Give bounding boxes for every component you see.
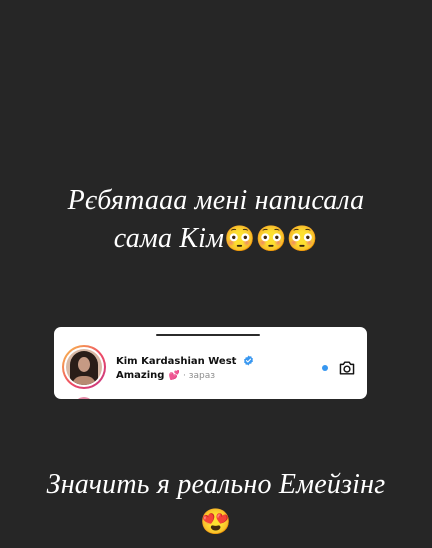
sender-username: Kim Kardashian West bbox=[116, 356, 237, 367]
story-caption-top: Рєбятааа мені написала сама Кім😳😳😳 bbox=[0, 182, 432, 259]
caption-top-line-2: сама Кім bbox=[113, 223, 225, 254]
avatar-shoulder bbox=[72, 376, 96, 385]
heart-eyes-emoji-icon: 😍 bbox=[200, 509, 232, 536]
caption-top-line-1: Рєбятааа мені написала bbox=[67, 185, 365, 216]
avatar-photo bbox=[66, 349, 102, 385]
next-conversation-avatar bbox=[74, 397, 94, 399]
sheet-handle bbox=[156, 334, 260, 336]
avatar-ring bbox=[64, 347, 104, 387]
message-preview: Amazing bbox=[116, 370, 165, 381]
two-hearts-emoji-icon: 💕 bbox=[168, 371, 180, 381]
flushed-face-emoji-icon: 😳😳😳 bbox=[224, 226, 319, 253]
avatar[interactable] bbox=[62, 345, 106, 389]
verified-badge-icon bbox=[243, 355, 253, 366]
message-preview-row: Amazing 💕 · зараз bbox=[116, 370, 215, 381]
sender-name-row: Kim Kardashian West bbox=[116, 355, 254, 367]
avatar-face bbox=[78, 357, 90, 372]
message-timestamp: · зараз bbox=[183, 371, 216, 381]
dm-notification-card[interactable]: Kim Kardashian West Amazing 💕 · зараз bbox=[54, 327, 367, 399]
story-caption-bottom: Значить я реально Емейзінг 😍 bbox=[0, 466, 432, 542]
caption-bottom-text: Значить я реально Емейзінг bbox=[46, 469, 386, 500]
unread-dot-icon bbox=[322, 365, 328, 371]
camera-icon[interactable] bbox=[338, 360, 356, 376]
